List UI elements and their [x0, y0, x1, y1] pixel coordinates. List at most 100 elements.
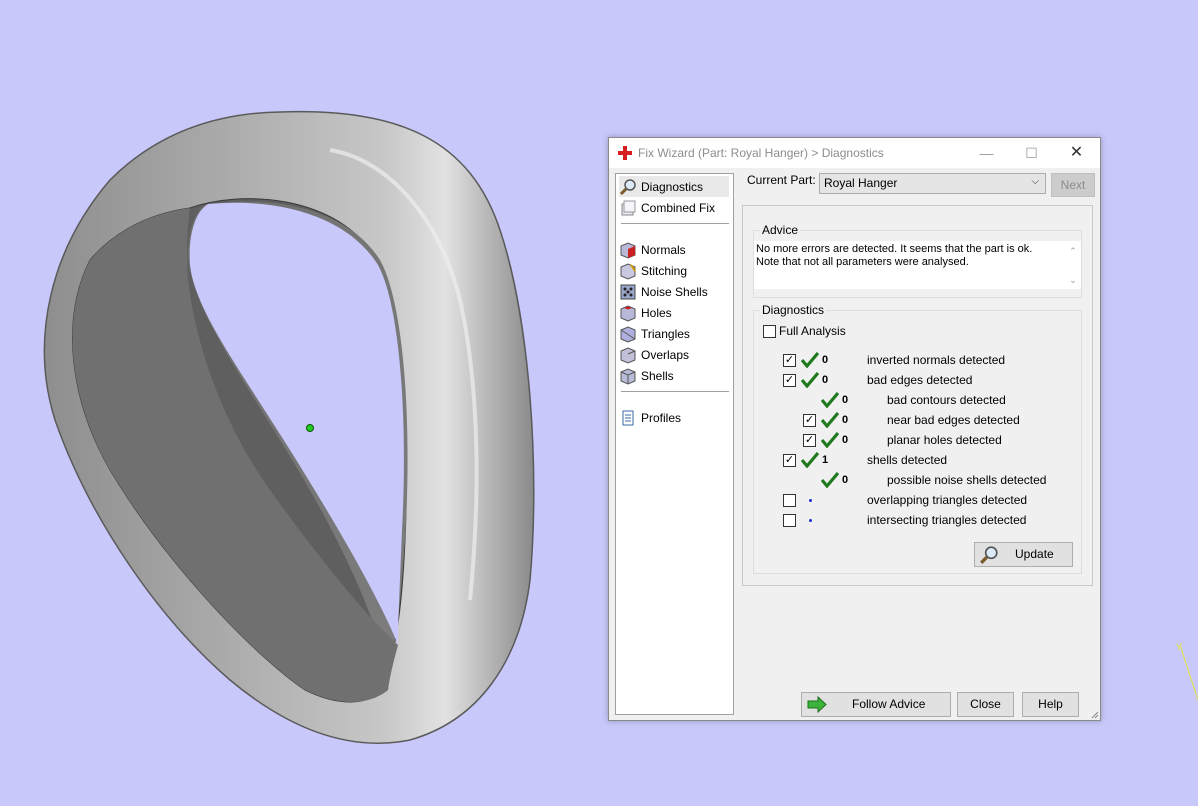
nav-item-holes[interactable]: Holes: [619, 302, 729, 323]
nav-label: Stitching: [641, 263, 688, 278]
nav-item-shells[interactable]: Shells: [619, 365, 729, 386]
magnifier-icon: [980, 546, 998, 564]
advice-group-title: Advice: [760, 223, 801, 237]
advice-scrollbar[interactable]: ⌃ ⌄: [1065, 241, 1081, 289]
nav-divider: [621, 223, 729, 224]
full-analysis-label: Full Analysis: [779, 324, 846, 338]
fix-nav-list: Diagnostics Combined Fix Normals Stitchi…: [615, 173, 734, 715]
red-cross-icon: [618, 146, 632, 160]
diagnostics-group-title: Diagnostics: [760, 303, 827, 317]
update-label: Update: [1015, 547, 1054, 561]
combined-fix-icon: [621, 200, 636, 215]
current-part-select[interactable]: Royal Hanger ⌵: [819, 173, 1046, 194]
current-part-label: Current Part:: [747, 173, 816, 187]
overlapping-triangles-checkbox[interactable]: [783, 494, 796, 507]
nav-label: Profiles: [641, 410, 682, 425]
scroll-down-icon: ⌄: [1069, 275, 1077, 285]
shells-cube-icon: [620, 367, 636, 385]
bad-edges-checkbox[interactable]: ✓: [783, 374, 796, 387]
noise-shells-icon: [620, 284, 636, 299]
bad-contours-label: bad contours detected: [887, 393, 1006, 407]
close-window-button[interactable]: ✕: [1054, 138, 1099, 168]
shells-count: 1: [822, 454, 829, 466]
nav-item-combined-fix[interactable]: Combined Fix: [619, 197, 729, 218]
title-bar: Fix Wizard (Part: Royal Hanger) > Diagno…: [609, 138, 1100, 168]
nav-divider: [621, 391, 729, 392]
shells-label: shells detected: [867, 453, 948, 467]
nav-item-profiles[interactable]: Profiles: [619, 407, 729, 428]
chevron-down-icon: ⌵: [1031, 176, 1039, 187]
ok-check-icon: [801, 452, 819, 468]
follow-advice-button[interactable]: Follow Advice: [801, 692, 951, 717]
advice-text-box[interactable]: No more errors are detected. It seems th…: [754, 241, 1081, 289]
nav-label: Overlaps: [641, 347, 690, 362]
not-analysed-dot-icon: [809, 499, 812, 502]
current-part-value: Royal Hanger: [824, 176, 898, 190]
nav-item-noise-shells[interactable]: Noise Shells: [619, 281, 729, 302]
inverted-normals-count: 0: [822, 354, 829, 366]
help-button[interactable]: Help: [1022, 692, 1079, 717]
nav-label: Holes: [641, 305, 672, 320]
intersecting-triangles-label: intersecting triangles detected: [867, 513, 1027, 527]
normals-cube-icon: [620, 241, 636, 259]
nav-item-triangles[interactable]: Triangles: [619, 323, 729, 344]
nav-label: Normals: [641, 242, 686, 257]
planar-holes-label: planar holes detected: [887, 433, 1002, 447]
intersecting-triangles-checkbox[interactable]: [783, 514, 796, 527]
nav-label: Diagnostics: [641, 179, 704, 194]
holes-cube-icon: [620, 304, 636, 322]
not-analysed-dot-icon: [809, 519, 812, 522]
axis-indicator: [1179, 644, 1198, 701]
update-button[interactable]: Update: [974, 542, 1073, 567]
planar-holes-checkbox[interactable]: ✓: [803, 434, 816, 447]
scroll-up-icon: ⌃: [1069, 246, 1077, 256]
shells-checkbox[interactable]: ✓: [783, 454, 796, 467]
svg-text:Y: Y: [1176, 642, 1182, 652]
nav-item-overlaps[interactable]: Overlaps: [619, 344, 729, 365]
bad-edges-label: bad edges detected: [867, 373, 973, 387]
magnifier-icon: [619, 178, 636, 195]
advice-group: Advice No more errors are detected. It s…: [753, 223, 1082, 298]
nav-item-diagnostics[interactable]: Diagnostics: [619, 176, 729, 197]
overlaps-cube-icon: [620, 346, 636, 364]
ok-check-icon: [801, 372, 819, 388]
follow-advice-label: Follow Advice: [852, 697, 926, 711]
nav-label: Triangles: [641, 326, 690, 341]
stitching-cube-icon: [620, 262, 636, 280]
advice-line-2: Note that not all parameters were analys…: [756, 256, 969, 268]
noise-shells-label: possible noise shells detected: [887, 473, 1047, 487]
overlapping-triangles-label: overlapping triangles detected: [867, 493, 1028, 507]
ok-check-icon: [821, 472, 839, 488]
diagnostics-group: Diagnostics Full Analysis ✓ 0 inverted n…: [753, 303, 1082, 574]
inverted-normals-checkbox[interactable]: ✓: [783, 354, 796, 367]
near-bad-edges-count: 0: [842, 414, 849, 426]
window-title: Fix Wizard (Part: Royal Hanger) > Diagno…: [638, 146, 884, 160]
near-bad-edges-checkbox[interactable]: ✓: [803, 414, 816, 427]
ok-check-icon: [821, 412, 839, 428]
nav-item-stitching[interactable]: Stitching: [619, 260, 729, 281]
ok-check-icon: [821, 432, 839, 448]
ok-check-icon: [821, 392, 839, 408]
next-button[interactable]: Next: [1051, 173, 1095, 197]
bad-edges-count: 0: [822, 374, 829, 386]
diagnostics-panel: Advice No more errors are detected. It s…: [742, 205, 1093, 586]
green-arrow-icon: [807, 696, 827, 713]
near-bad-edges-label: near bad edges detected: [887, 413, 1020, 427]
inverted-normals-label: inverted normals detected: [867, 353, 1006, 367]
advice-line-1: No more errors are detected. It seems th…: [756, 243, 1033, 255]
triangles-cube-icon: [620, 325, 636, 343]
pivot-marker: [306, 424, 314, 432]
nav-label: Combined Fix: [641, 200, 716, 215]
nav-label: Shells: [641, 368, 674, 383]
close-button[interactable]: Close: [957, 692, 1014, 717]
ok-check-icon: [801, 352, 819, 368]
bad-contours-count: 0: [842, 394, 849, 406]
noise-shells-count: 0: [842, 474, 849, 486]
planar-holes-count: 0: [842, 434, 849, 446]
full-analysis-checkbox[interactable]: [763, 325, 776, 338]
nav-item-normals[interactable]: Normals: [619, 239, 729, 260]
fix-wizard-dialog: Fix Wizard (Part: Royal Hanger) > Diagno…: [608, 137, 1101, 721]
maximize-button[interactable]: ☐: [1009, 138, 1054, 168]
minimize-button[interactable]: —: [964, 138, 1009, 168]
resize-grip-icon[interactable]: [1089, 709, 1099, 719]
